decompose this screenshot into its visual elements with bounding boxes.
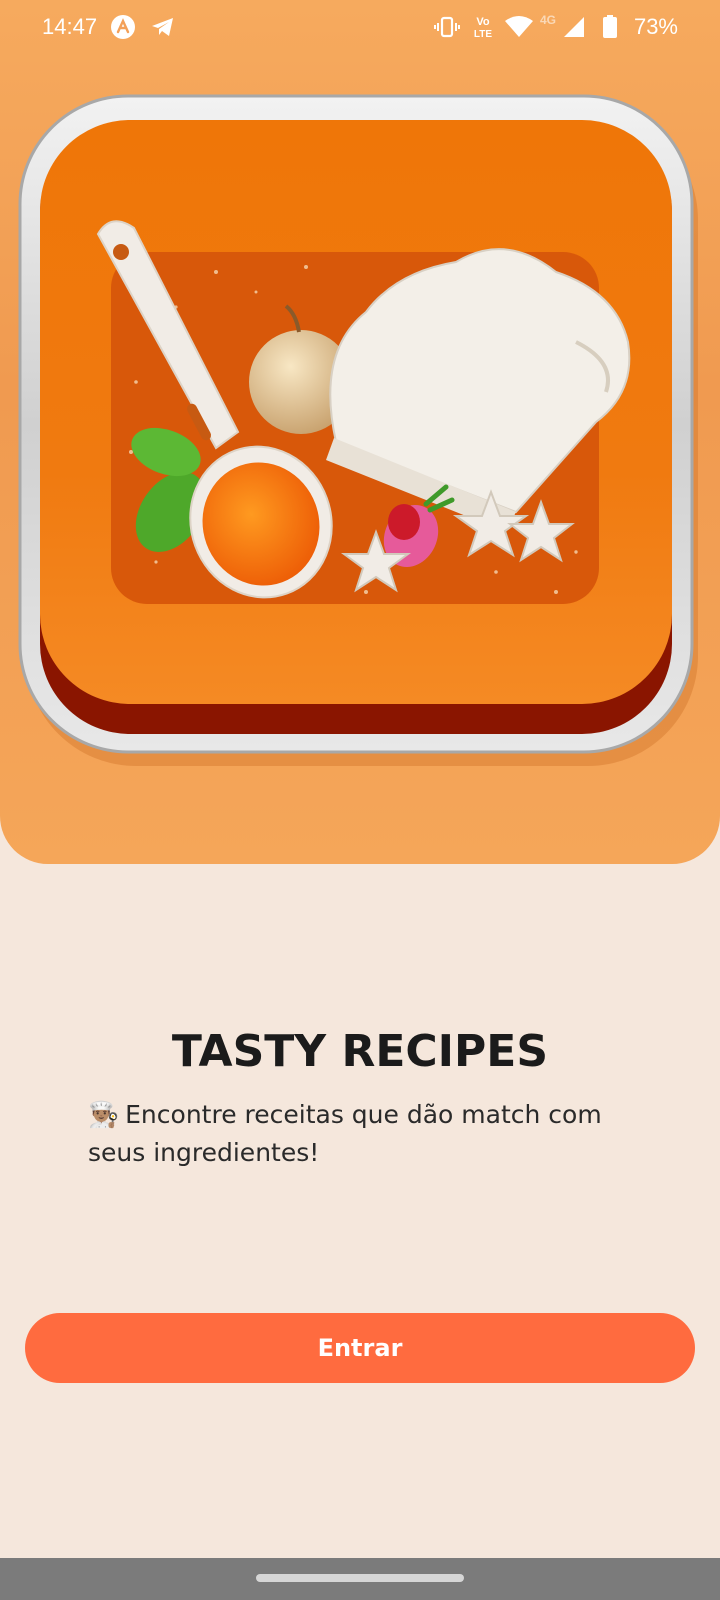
system-navigation-bar bbox=[0, 1558, 720, 1600]
svg-text:LTE: LTE bbox=[474, 29, 492, 40]
svg-text:Vo: Vo bbox=[476, 16, 490, 28]
status-bar: 14:47 Vo LTE 4G 73% bbox=[0, 0, 720, 56]
status-time: 14:47 bbox=[42, 14, 98, 39]
tasty-recipes-logo bbox=[16, 92, 706, 776]
app-a-icon bbox=[110, 14, 136, 46]
wifi-icon bbox=[504, 14, 534, 46]
signal-4g-icon: 4G bbox=[540, 13, 588, 46]
volte-icon: Vo LTE bbox=[470, 14, 496, 43]
vibrate-icon bbox=[434, 14, 460, 46]
chef-emoji-icon: 👨🏽‍🍳 bbox=[88, 1100, 120, 1129]
enter-button[interactable]: Entrar bbox=[25, 1313, 695, 1383]
subtitle-text: Encontre receitas que dão match com seus… bbox=[88, 1100, 602, 1167]
battery-icon bbox=[602, 14, 618, 46]
telegram-icon bbox=[150, 14, 176, 46]
app-subtitle: 👨🏽‍🍳 Encontre receitas que dão match com … bbox=[88, 1096, 648, 1172]
battery-level: 73% bbox=[633, 14, 678, 39]
app-title: TASTY RECIPES bbox=[171, 1026, 549, 1077]
hero-section: 14:47 Vo LTE 4G 73% bbox=[0, 0, 720, 864]
svg-text:4G: 4G bbox=[540, 14, 556, 27]
home-indicator[interactable] bbox=[256, 1574, 464, 1582]
